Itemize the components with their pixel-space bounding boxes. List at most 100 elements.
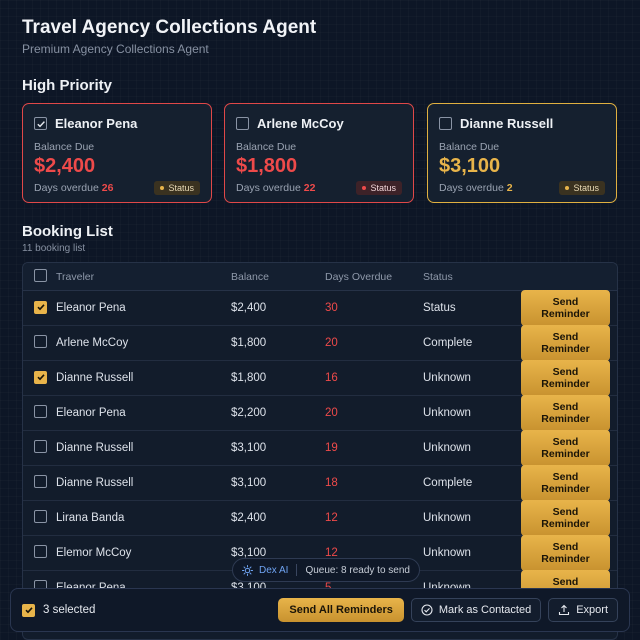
- balance-cell: $2,400: [231, 302, 267, 314]
- send-reminder-button[interactable]: Send Reminder: [521, 325, 610, 361]
- send-reminder-button[interactable]: Send Reminder: [521, 360, 610, 396]
- row-checkbox[interactable]: [34, 440, 47, 453]
- days-overdue-cell: 16: [325, 372, 338, 384]
- column-header-balance[interactable]: Balance: [231, 271, 325, 283]
- status-badge-label: Status: [573, 183, 599, 193]
- status-cell: Unknown: [423, 512, 471, 524]
- column-header-days-overdue[interactable]: Days Overdue: [325, 271, 423, 283]
- mark-as-contacted-label: Mark as Contacted: [438, 604, 532, 616]
- status-dot-icon: [362, 186, 367, 190]
- days-overdue-cell: 20: [325, 407, 338, 419]
- status-badge-label: Status: [168, 183, 194, 193]
- row-checkbox[interactable]: [34, 510, 47, 523]
- status-cell: Unknown: [423, 372, 471, 384]
- page-subtitle: Premium Agency Collections Agent: [22, 42, 209, 56]
- status-cell: Unknown: [423, 442, 471, 454]
- table-row[interactable]: Dianne Russell $3,100 18 Complete Send Remin…: [23, 465, 617, 501]
- column-header-traveler[interactable]: Traveler: [56, 271, 231, 283]
- balance-cell: $3,100: [231, 442, 267, 454]
- row-checkbox[interactable]: [34, 300, 47, 314]
- priority-card-checkbox[interactable]: [236, 117, 249, 130]
- checkmark-icon: [36, 304, 45, 311]
- traveler-cell: Eleanor Pena: [56, 302, 126, 314]
- days-overdue-cell: 19: [325, 442, 338, 454]
- traveler-cell: Arlene McCoy: [56, 337, 129, 349]
- table-row[interactable]: Arlene McCoy $1,800 20 Complete Send Reminde…: [23, 325, 617, 361]
- table-row[interactable]: Dianne Russell $3,100 19 Unknown Send Remind…: [23, 430, 617, 466]
- row-checkbox[interactable]: [34, 370, 47, 384]
- priority-card-checkbox[interactable]: [34, 117, 47, 130]
- traveler-cell: Dianne Russell: [56, 477, 134, 489]
- balance-cell: $2,400: [231, 512, 267, 524]
- send-reminder-button[interactable]: Send Reminder: [521, 535, 610, 571]
- status-cell: Status: [423, 302, 456, 314]
- traveler-cell: Eleanor Pena: [56, 407, 126, 419]
- days-overdue-cell: 20: [325, 337, 338, 349]
- priority-card-amount: $1,800: [236, 155, 298, 177]
- priority-card-amount: $2,400: [34, 155, 96, 177]
- priority-card[interactable]: Arlene McCoy Balance Due $1,800 Days overdu…: [224, 103, 414, 203]
- upload-icon: [558, 604, 570, 616]
- check-circle-icon: [421, 604, 433, 616]
- export-label: Export: [576, 604, 608, 616]
- days-overdue-label: Days overdue: [439, 182, 504, 194]
- status-badge: Status: [154, 181, 200, 195]
- status-cell: Complete: [423, 477, 473, 489]
- balance-due-label: Balance Due: [439, 141, 500, 153]
- priority-card-name: Arlene McCoy: [257, 116, 344, 131]
- select-all-checkbox[interactable]: [34, 268, 47, 282]
- days-overdue-cell: 12: [325, 512, 338, 524]
- priority-card-amount: $3,100: [439, 155, 501, 177]
- priority-card-name: Dianne Russell: [460, 116, 554, 131]
- status-dot-icon: [160, 186, 165, 190]
- balance-cell: $1,800: [231, 372, 267, 384]
- table-row[interactable]: Dianne Russell $1,800 16 Unknown Send Remind…: [23, 360, 617, 396]
- checkmark-icon: [36, 374, 45, 381]
- checkmark-icon: [36, 120, 45, 127]
- balance-cell: $1,800: [231, 337, 267, 349]
- table-row[interactable]: Eleanor Pena $2,400 30 Status Send Reminder: [23, 290, 617, 326]
- row-checkbox[interactable]: [34, 335, 47, 348]
- selected-count: 3 selected: [43, 604, 96, 616]
- priority-card[interactable]: Dianne Russell Balance Due $3,100 Days over…: [427, 103, 617, 203]
- priority-card-checkbox[interactable]: [439, 117, 452, 130]
- send-reminder-button[interactable]: Send Reminder: [521, 500, 610, 536]
- status-cell: Unknown: [423, 547, 471, 559]
- traveler-cell: Dianne Russell: [56, 372, 134, 384]
- column-header-status[interactable]: Status: [423, 271, 521, 283]
- send-reminder-button[interactable]: Send Reminder: [521, 430, 610, 466]
- send-reminder-button[interactable]: Send Reminder: [521, 395, 610, 431]
- agent-status-pill[interactable]: Dex AI Queue: 8 ready to send: [232, 558, 420, 582]
- row-checkbox[interactable]: [34, 405, 47, 418]
- bulk-select-checkbox[interactable]: [22, 603, 35, 617]
- priority-card-name: Eleanor Pena: [55, 116, 138, 131]
- traveler-cell: Elemor McCoy: [56, 547, 132, 559]
- status-cell: Unknown: [423, 407, 471, 419]
- days-overdue-value: 2: [506, 182, 513, 194]
- table-header: Traveler Balance Days Overdue Status: [23, 263, 617, 291]
- send-reminder-button[interactable]: Send Reminder: [521, 290, 610, 326]
- balance-cell: $3,100: [231, 477, 267, 489]
- status-cell: Complete: [423, 337, 473, 349]
- days-overdue-label: Days overdue: [236, 182, 301, 194]
- send-all-reminders-button[interactable]: Send All Reminders: [278, 598, 404, 622]
- status-dot-icon: [565, 186, 570, 190]
- export-button[interactable]: Export: [548, 598, 618, 622]
- traveler-cell: Dianne Russell: [56, 442, 134, 454]
- mark-as-contacted-button[interactable]: Mark as Contacted: [410, 598, 542, 622]
- balance-due-label: Balance Due: [34, 141, 95, 153]
- row-checkbox[interactable]: [34, 475, 47, 488]
- days-overdue-value: 22: [303, 182, 316, 194]
- traveler-cell: Lirana Banda: [56, 512, 125, 524]
- table-row[interactable]: Eleanor Pena $2,200 20 Unknown Send Reminder: [23, 395, 617, 431]
- table-row[interactable]: Lirana Banda $2,400 12 Unknown Send Reminder: [23, 500, 617, 536]
- days-overdue-info: Days overdue 2: [439, 182, 513, 194]
- row-checkbox[interactable]: [34, 545, 47, 558]
- booking-table: Traveler Balance Days Overdue Status Ele…: [22, 262, 618, 640]
- days-overdue-cell: 30: [325, 302, 338, 314]
- page-title: Travel Agency Collections Agent: [22, 17, 317, 38]
- send-reminder-button[interactable]: Send Reminder: [521, 465, 610, 501]
- priority-card[interactable]: Eleanor Pena Balance Due $2,400 Days overdu…: [22, 103, 212, 203]
- days-overdue-label: Days overdue: [34, 182, 99, 194]
- balance-due-label: Balance Due: [236, 141, 297, 153]
